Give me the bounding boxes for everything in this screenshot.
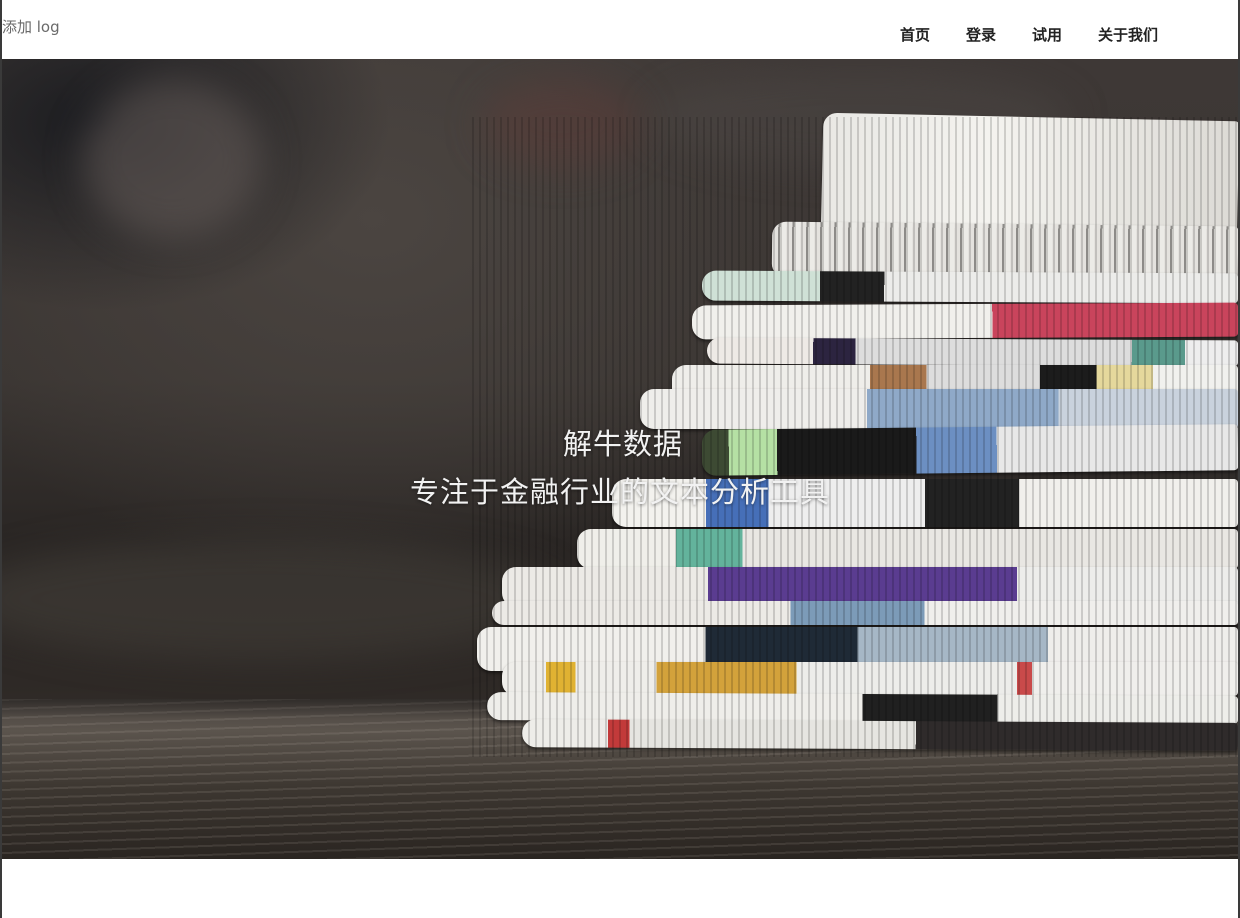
hero-title: 解牛数据 (562, 427, 683, 461)
newspaper-layer (577, 529, 1238, 569)
nav-item-trial[interactable]: 试用 (1032, 24, 1062, 45)
logo-alt-text[interactable]: 添加 log (2, 16, 60, 37)
main-nav: 首页 登录 试用 关于我们 (900, 24, 1158, 45)
hero-banner: 解牛数据 专注于金融行业的文本分析工具 (2, 59, 1238, 859)
newspaper-layer (706, 337, 1238, 367)
newspaper-layer (691, 302, 1238, 340)
nav-item-about[interactable]: 关于我们 (1098, 24, 1158, 45)
newspaper-layer (701, 270, 1238, 304)
newspaper-layer (502, 662, 1238, 696)
hero-subtitle: 专注于金融行业的文本分析工具 (409, 475, 830, 509)
newspaper-layer (521, 719, 1238, 751)
nav-item-login[interactable]: 登录 (966, 24, 996, 45)
header: 添加 log 首页 登录 试用 关于我们 (2, 0, 1238, 59)
newspaper-layer (492, 601, 1238, 625)
page: 添加 log 首页 登录 试用 关于我们 解牛数据 专注于金融行业的文本分析工具 (0, 0, 1240, 918)
nav-item-home[interactable]: 首页 (900, 24, 930, 45)
